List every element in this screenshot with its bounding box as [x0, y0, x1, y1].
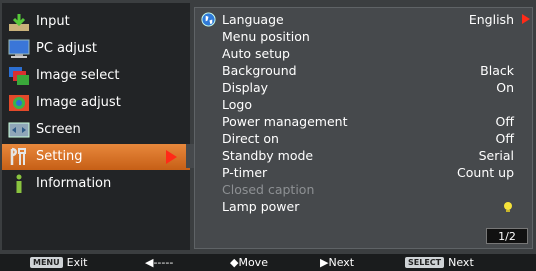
setting-row-standby-mode[interactable]: Standby mode Serial — [195, 147, 534, 164]
setting-row-lamp-power[interactable]: Lamp power — [195, 198, 534, 215]
footer-select-label: Next — [448, 256, 474, 269]
footer-select: SELECT Next — [405, 254, 474, 271]
image-select-icon — [9, 67, 29, 85]
setting-row-label: P-timer — [222, 165, 268, 180]
menu-item-pc-adjust[interactable]: PC adjust — [2, 36, 190, 62]
pc-adjust-icon — [8, 39, 30, 58]
setting-row-label: Menu position — [222, 29, 310, 44]
menu-item-label: Information — [36, 176, 112, 191]
setting-row-value: Serial — [478, 148, 514, 163]
projector-osd: Input PC adjust Image select Image adjus… — [0, 0, 536, 271]
footer-exit: MENU Exit — [30, 254, 87, 271]
setting-row-label: Auto setup — [222, 46, 290, 61]
input-icon — [9, 14, 29, 31]
setting-row-power-management[interactable]: Power management Off — [195, 113, 534, 130]
menu-item-label: Image adjust — [36, 95, 121, 110]
setting-row-value: Count up — [457, 165, 514, 180]
setting-row-label: Logo — [222, 97, 252, 112]
setting-row-value: Off — [495, 114, 514, 129]
submenu-arrow-icon — [522, 14, 530, 24]
menu-item-image-adjust[interactable]: Image adjust — [2, 90, 190, 116]
main-menu: Input PC adjust Image select Image adjus… — [2, 3, 190, 250]
footer-move: ◆Move — [230, 256, 268, 269]
lamp-bulb-icon — [504, 202, 512, 212]
menu-item-setting[interactable]: Setting — [2, 144, 190, 170]
setting-row-label: Background — [222, 63, 297, 78]
menu-item-label: Screen — [36, 122, 81, 137]
selected-arrow-icon — [166, 150, 177, 164]
setting-row-label: Display — [222, 80, 269, 95]
setting-row-value: English — [468, 12, 514, 27]
menu-item-information[interactable]: Information — [2, 171, 190, 197]
setting-row-menu-position[interactable]: Menu position — [195, 28, 534, 45]
setting-row-value: On — [496, 80, 514, 95]
menu-item-label: Setting — [36, 149, 83, 164]
menu-key-icon: MENU — [30, 257, 63, 268]
setting-row-label: Standby mode — [222, 148, 314, 163]
menu-item-image-select[interactable]: Image select — [2, 63, 190, 89]
menu-item-label: PC adjust — [36, 41, 97, 56]
setting-row-background[interactable]: Background Black — [195, 62, 534, 79]
setting-row-auto-setup[interactable]: Auto setup — [195, 45, 534, 62]
setting-row-value: Off — [495, 131, 514, 146]
setting-row-label: Power management — [222, 114, 348, 129]
select-key-icon: SELECT — [405, 257, 445, 268]
setting-row-closed-caption: Closed caption — [195, 181, 534, 198]
screen-icon — [8, 122, 30, 138]
menu-item-label: Image select — [36, 68, 120, 83]
menu-item-input[interactable]: Input — [2, 9, 190, 35]
setting-submenu: Language English Menu position Auto setu… — [194, 7, 533, 249]
image-adjust-icon — [9, 95, 29, 111]
footer-exit-label: Exit — [66, 256, 88, 269]
menu-item-label: Input — [36, 14, 70, 29]
menu-item-screen[interactable]: Screen — [2, 117, 190, 143]
globe-icon — [201, 12, 216, 27]
setting-row-label: Closed caption — [222, 182, 315, 197]
setting-row-logo[interactable]: Logo — [195, 96, 534, 113]
setting-row-p-timer[interactable]: P-timer Count up — [195, 164, 534, 181]
setting-row-display[interactable]: Display On — [195, 79, 534, 96]
setting-row-language[interactable]: Language English — [195, 11, 534, 28]
setting-row-label: Direct on — [222, 131, 279, 146]
setting-icon — [10, 147, 26, 165]
footer-next: ▶Next — [320, 256, 355, 269]
footer-back: ◀----- — [145, 256, 174, 269]
page-indicator: 1/2 — [486, 228, 528, 244]
setting-row-value: Black — [480, 63, 514, 78]
setting-row-direct-on[interactable]: Direct on Off — [195, 130, 534, 147]
setting-row-label: Lamp power — [222, 199, 300, 214]
footer-guide: MENU Exit ◀----- ◆Move ▶Next SELECT Next — [0, 254, 536, 271]
information-icon — [16, 174, 22, 193]
setting-row-label: Language — [222, 12, 284, 27]
